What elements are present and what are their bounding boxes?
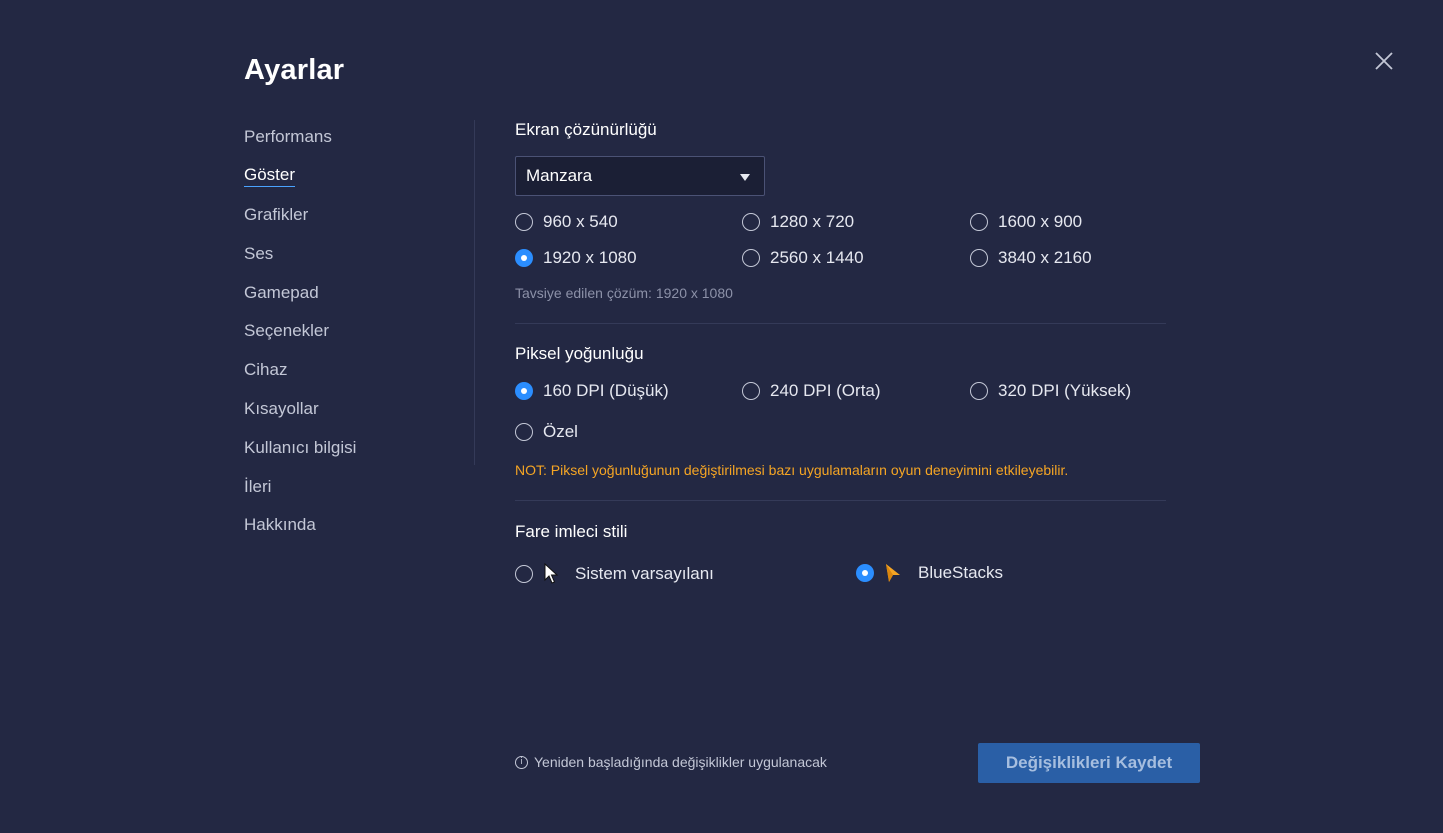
radio-label: Sistem varsayılanı — [575, 564, 714, 583]
resolution-title: Ekran çözünürlüğü — [515, 120, 657, 139]
radio-circle-icon — [970, 213, 988, 231]
cursor-radio-bluestacks[interactable]: BlueStacks — [856, 563, 1003, 583]
sidebar-item-label: Hakkında — [244, 515, 316, 535]
radio-circle-icon — [742, 249, 760, 267]
page-title: Ayarlar — [244, 54, 345, 86]
sidebar-item-label: Ses — [244, 243, 274, 263]
radio-label: 1280 x 720 — [770, 212, 855, 231]
radio-label: Özel — [543, 422, 578, 441]
settings-sidebar: Performans Göster Grafikler Ses Gamepad … — [244, 118, 444, 545]
orientation-dropdown[interactable]: Manzara — [515, 156, 765, 196]
section-divider — [515, 323, 1166, 324]
resolution-radio-1600x900[interactable]: 1600 x 900 — [970, 212, 1082, 232]
sidebar-item-label: Performans — [244, 127, 332, 147]
radio-label: 3840 x 2160 — [998, 248, 1092, 267]
radio-label: 960 x 540 — [543, 212, 618, 231]
radio-circle-icon — [515, 565, 533, 583]
radio-label: 320 DPI (Yüksek) — [998, 381, 1132, 400]
sidebar-item-device[interactable]: Cihaz — [244, 351, 444, 390]
restart-info-text: Yeniden başladığında değişiklikler uygul… — [534, 754, 827, 770]
radio-label: 240 DPI (Orta) — [770, 381, 881, 400]
resolution-radio-1280x720[interactable]: 1280 x 720 — [742, 212, 854, 232]
white-arrow-cursor-icon — [544, 563, 559, 584]
sidebar-item-gamepad[interactable]: Gamepad — [244, 273, 444, 312]
cursor-radio-system-default[interactable]: Sistem varsayılanı — [515, 563, 714, 585]
close-button[interactable] — [1372, 49, 1396, 73]
sidebar-item-advanced[interactable]: İleri — [244, 467, 444, 506]
sidebar-divider — [474, 120, 475, 465]
sidebar-item-display[interactable]: Göster — [244, 157, 444, 196]
sidebar-item-label: Cihaz — [244, 360, 288, 380]
section-divider — [515, 500, 1166, 501]
orientation-value: Manzara — [526, 166, 593, 185]
caret-down-icon — [740, 174, 750, 181]
info-icon: i — [515, 755, 528, 769]
radio-label: BlueStacks — [918, 563, 1004, 582]
radio-circle-icon — [742, 213, 760, 231]
resolution-radio-3840x2160[interactable]: 3840 x 2160 — [970, 248, 1092, 268]
density-radio-320dpi[interactable]: 320 DPI (Yüksek) — [970, 381, 1131, 401]
radio-circle-icon — [970, 382, 988, 400]
radio-circle-icon — [970, 249, 988, 267]
sidebar-item-user-info[interactable]: Kullanıcı bilgisi — [244, 428, 444, 467]
density-title: Piksel yoğunluğu — [515, 344, 644, 363]
sidebar-item-label: Grafikler — [244, 204, 309, 224]
sidebar-item-preferences[interactable]: Seçenekler — [244, 312, 444, 351]
cursor-style-title: Fare imleci stili — [515, 522, 628, 541]
resolution-radio-1920x1080[interactable]: 1920 x 1080 — [515, 248, 637, 268]
sidebar-item-label: Kısayollar — [244, 398, 319, 418]
resolution-radio-960x540[interactable]: 960 x 540 — [515, 212, 618, 232]
density-radio-custom[interactable]: Özel — [515, 422, 578, 442]
sidebar-item-graphics[interactable]: Grafikler — [244, 196, 444, 235]
sidebar-item-performance[interactable]: Performans — [244, 118, 444, 157]
radio-label: 160 DPI (Düşük) — [543, 381, 669, 400]
sidebar-item-label: Gamepad — [244, 282, 319, 302]
sidebar-item-about[interactable]: Hakkında — [244, 506, 444, 545]
sidebar-item-shortcuts[interactable]: Kısayollar — [244, 390, 444, 429]
sidebar-item-sound[interactable]: Ses — [244, 234, 444, 273]
sidebar-item-label: Göster — [244, 165, 296, 188]
density-radio-240dpi[interactable]: 240 DPI (Orta) — [742, 381, 881, 401]
radio-circle-icon — [742, 382, 760, 400]
close-icon — [1375, 52, 1393, 70]
radio-label: 1600 x 900 — [998, 212, 1083, 231]
radio-selected-icon — [515, 249, 533, 267]
radio-label: 1920 x 1080 — [543, 248, 637, 267]
resolution-radio-2560x1440[interactable]: 2560 x 1440 — [742, 248, 864, 268]
radio-circle-icon — [515, 423, 533, 441]
restart-info: i Yeniden başladığında değişiklikler uyg… — [515, 754, 827, 770]
sidebar-item-label: Seçenekler — [244, 321, 330, 341]
recommended-resolution-hint: Tavsiye edilen çözüm: 1920 x 1080 — [515, 285, 733, 301]
radio-selected-icon — [856, 564, 874, 582]
radio-label: 2560 x 1440 — [770, 248, 864, 267]
sidebar-item-label: İleri — [244, 476, 272, 496]
density-radio-160dpi[interactable]: 160 DPI (Düşük) — [515, 381, 669, 401]
radio-circle-icon — [515, 213, 533, 231]
sidebar-item-label: Kullanıcı bilgisi — [244, 437, 357, 457]
radio-selected-icon — [515, 382, 533, 400]
density-warning-note: NOT: Piksel yoğunluğunun değiştirilmesi … — [515, 462, 1069, 478]
orange-arrow-cursor-icon — [886, 564, 900, 582]
save-changes-button[interactable]: Değişiklikleri Kaydet — [978, 743, 1200, 783]
